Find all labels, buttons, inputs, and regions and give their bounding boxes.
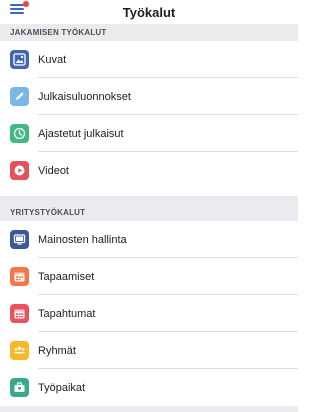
clock-icon (10, 124, 29, 143)
bottom-divider (0, 406, 298, 412)
tool-label: Työpaikat (38, 381, 86, 394)
pencil-icon (10, 87, 29, 106)
tool-label: Mainosten hallinta (38, 233, 127, 246)
section-header-sharing-tools: JAKAMISEN TYÖKALUT (0, 24, 298, 41)
tool-item-jobs[interactable]: Työpaikat (0, 369, 298, 406)
video-play-icon (10, 161, 29, 180)
tool-item-ads-manager[interactable]: Mainosten hallinta (0, 221, 298, 258)
appointments-icon (10, 267, 29, 286)
tool-item-appointments[interactable]: Tapaamiset (0, 258, 298, 295)
tool-item-photos[interactable]: Kuvat (0, 41, 298, 78)
calendar-icon (10, 304, 29, 323)
tool-label: Ryhmät (38, 344, 76, 357)
tool-label: Videot (38, 164, 69, 177)
top-header: Työkalut (0, 0, 298, 24)
menu-icon[interactable] (10, 1, 29, 16)
tool-label: Kuvat (38, 53, 67, 66)
tool-item-events[interactable]: Tapahtumat (0, 295, 298, 332)
section-gap (0, 189, 298, 196)
tool-label: Tapaamiset (38, 270, 95, 283)
photos-icon (10, 50, 29, 69)
page-title: Työkalut (122, 4, 176, 20)
section-header-business-tools: YRITYSTYÖKALUT (0, 196, 298, 221)
tool-label: Ajastetut julkaisut (38, 127, 124, 140)
tool-label: Tapahtumat (38, 307, 96, 320)
groups-icon (10, 341, 29, 360)
notification-dot (23, 1, 29, 7)
tool-label: Julkaisuluonnokset (38, 90, 131, 103)
tool-item-videos[interactable]: Videot (0, 152, 298, 189)
tool-item-groups[interactable]: Ryhmät (0, 332, 298, 369)
briefcase-icon (10, 378, 29, 397)
tool-item-drafts[interactable]: Julkaisuluonnokset (0, 78, 298, 115)
ads-manager-icon (10, 230, 29, 249)
tool-item-scheduled-posts[interactable]: Ajastetut julkaisut (0, 115, 298, 152)
